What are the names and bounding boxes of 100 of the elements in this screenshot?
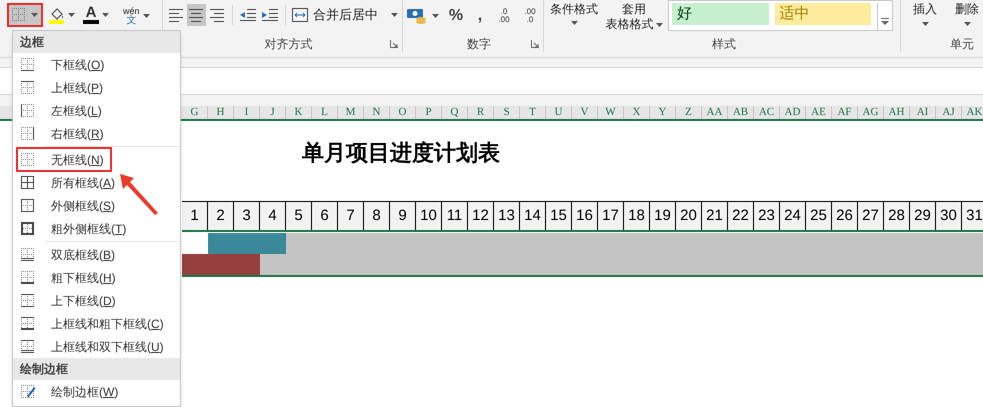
- day-cell: 17: [598, 201, 624, 230]
- increase-decimal-button[interactable]: .0 .00: [495, 8, 513, 24]
- border-icon: [21, 294, 36, 308]
- column-header[interactable]: AJ: [936, 106, 962, 119]
- day-cell: 23: [754, 201, 780, 230]
- column-header[interactable]: N: [364, 106, 390, 119]
- column-header[interactable]: O: [390, 106, 416, 119]
- column-header[interactable]: Q: [442, 106, 468, 119]
- border-button[interactable]: [9, 5, 41, 25]
- column-header[interactable]: I: [234, 106, 260, 119]
- merge-center-button[interactable]: 合并后居中: [292, 4, 398, 26]
- column-header[interactable]: R: [468, 106, 494, 119]
- menu-item[interactable]: 上下框线(D): [18, 290, 122, 311]
- column-header[interactable]: T: [520, 106, 546, 119]
- day-cell: 6: [312, 201, 338, 230]
- menu-item[interactable]: 右框线(R): [18, 123, 110, 144]
- menu-item[interactable]: 上框线和双下框线(U): [18, 336, 170, 357]
- group-label: 样式: [712, 36, 736, 52]
- column-header[interactable]: AG: [858, 106, 884, 119]
- column-header[interactable]: L: [312, 106, 338, 119]
- menu-item[interactable]: 上框线和粗下框线(C): [18, 313, 170, 334]
- decrease-decimal-button[interactable]: .00 .0: [521, 8, 539, 24]
- border-icon: [21, 270, 36, 284]
- insert-button[interactable]: 插入: [910, 2, 940, 34]
- column-header[interactable]: K: [286, 106, 312, 119]
- group-label: 对齐方式: [264, 36, 312, 52]
- column-header[interactable]: X: [624, 106, 650, 119]
- table-format-button[interactable]: 套用 表格格式: [604, 0, 664, 32]
- border-icon: [21, 80, 36, 94]
- menu-section-header: 边框: [13, 31, 180, 53]
- day-cell: 14: [520, 201, 546, 230]
- day-cell: 28: [884, 201, 910, 230]
- column-header[interactable]: P: [416, 106, 442, 119]
- day-cell: 13: [494, 201, 520, 230]
- caret-icon: [68, 13, 75, 17]
- cell-style-swatch[interactable]: 好: [672, 3, 769, 25]
- paint-bucket-icon: [49, 6, 65, 24]
- menu-item[interactable]: 外侧框线(S): [18, 195, 122, 216]
- day-cell: 26: [832, 201, 858, 230]
- group-label: 数字: [467, 36, 491, 52]
- menu-item[interactable]: 上框线(P): [18, 77, 110, 98]
- column-header[interactable]: AF: [832, 106, 858, 119]
- menu-item[interactable]: 无框线(N): [18, 149, 110, 170]
- column-header[interactable]: AD: [780, 106, 806, 119]
- gallery-more-icon[interactable]: [881, 18, 890, 26]
- border-icon: [21, 176, 36, 190]
- column-header[interactable]: V: [572, 106, 598, 119]
- day-cell: 20: [676, 201, 702, 230]
- column-header[interactable]: AC: [754, 106, 780, 119]
- column-header[interactable]: AH: [884, 106, 910, 119]
- column-header[interactable]: G: [182, 106, 208, 119]
- day-cell: 21: [702, 201, 728, 230]
- sheet-title: 单月项目进度计划表: [302, 139, 500, 167]
- column-header[interactable]: U: [546, 106, 572, 119]
- menu-item[interactable]: 所有框线(A): [18, 172, 122, 193]
- percent-button[interactable]: %: [447, 4, 465, 28]
- border-icon: [21, 104, 36, 118]
- day-cell: 3: [234, 201, 260, 230]
- column-header[interactable]: Z: [676, 106, 702, 119]
- currency-button[interactable]: [407, 7, 439, 25]
- font-color-button[interactable]: A: [83, 5, 109, 25]
- day-cell: 5: [286, 201, 312, 230]
- caret-icon: [31, 13, 38, 17]
- column-header[interactable]: AB: [728, 106, 754, 119]
- align-button[interactable]: [187, 4, 206, 26]
- border-icon: [21, 384, 36, 398]
- column-header[interactable]: M: [338, 106, 364, 119]
- menu-item[interactable]: 左框线(L): [18, 100, 108, 121]
- caret-icon: [390, 13, 398, 17]
- column-header[interactable]: H: [208, 106, 234, 119]
- conditional-format-button[interactable]: 条件格式: [548, 0, 600, 25]
- day-cell: 22: [728, 201, 754, 230]
- menu-item[interactable]: 粗外侧框线(T): [18, 218, 132, 239]
- cell-style-swatch[interactable]: 适中: [774, 3, 872, 25]
- delete-button[interactable]: 删除: [952, 2, 982, 34]
- day-cell: 1: [182, 201, 208, 230]
- column-header[interactable]: AE: [806, 106, 832, 119]
- day-cell: 16: [572, 201, 598, 230]
- column-header[interactable]: S: [494, 106, 520, 119]
- menu-item[interactable]: 下框线(O): [18, 54, 110, 75]
- dialog-launcher-icon[interactable]: [531, 40, 539, 48]
- phonetic-button[interactable]: wén 文: [123, 5, 150, 27]
- comma-button[interactable]: ,: [473, 4, 487, 28]
- column-header[interactable]: AA: [702, 106, 728, 119]
- column-header[interactable]: AK: [962, 106, 983, 119]
- border-icon: [21, 152, 36, 166]
- column-header[interactable]: W: [598, 106, 624, 119]
- border-icon: [21, 126, 36, 140]
- menu-item[interactable]: 绘制边框(W): [18, 381, 124, 402]
- menu-item[interactable]: 双底框线(B): [18, 244, 122, 265]
- group-label: 单元: [949, 36, 975, 52]
- column-header[interactable]: J: [260, 106, 286, 119]
- day-cell: 18: [624, 201, 650, 230]
- day-cell: 8: [364, 201, 390, 230]
- column-header[interactable]: AI: [910, 106, 936, 119]
- menu-section-header: 绘制边框: [13, 358, 180, 380]
- caret-icon: [570, 21, 578, 25]
- menu-item[interactable]: 粗下框线(H): [18, 267, 122, 288]
- dialog-launcher-icon[interactable]: [390, 40, 398, 48]
- column-header[interactable]: Y: [650, 106, 676, 119]
